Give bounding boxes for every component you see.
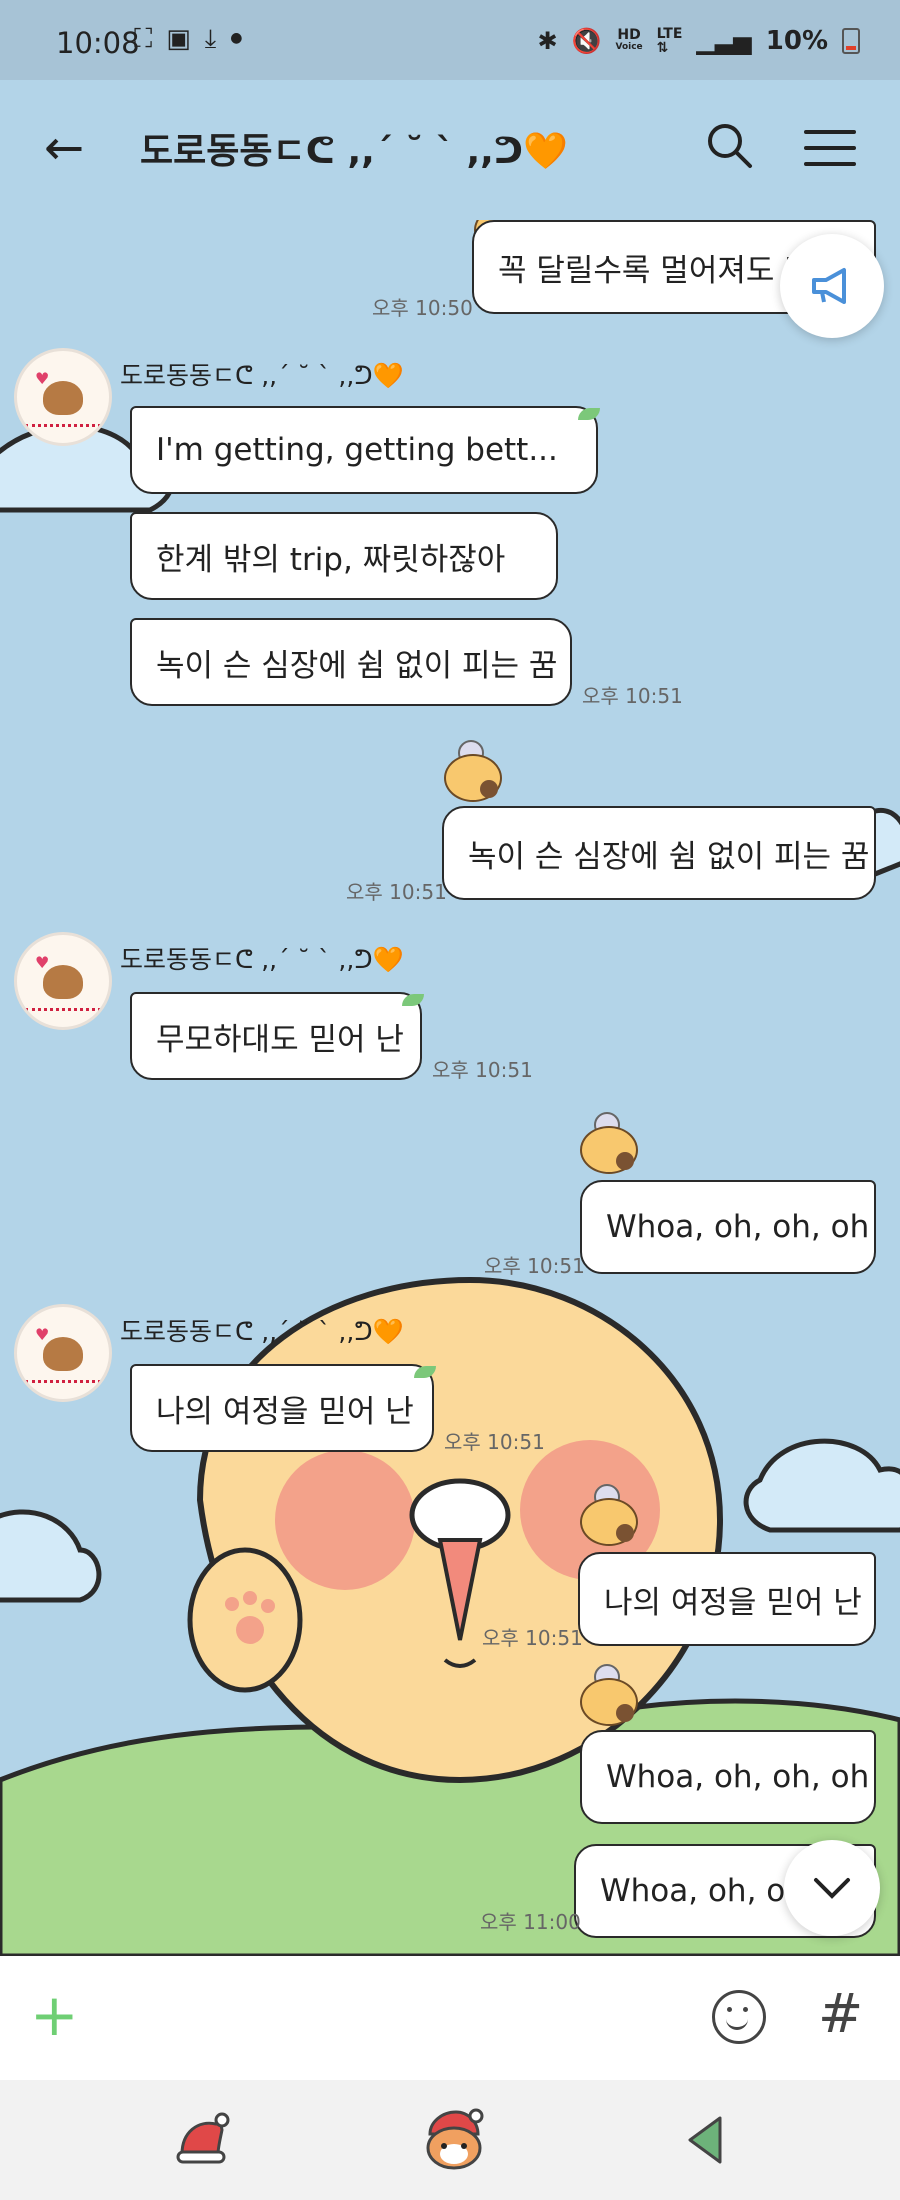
fox-santa-icon[interactable] [422, 2106, 486, 2172]
sender-name: 도로동동ㄷᕦ ,,ˊ ˘ ˋ ,,ᕤ🧡 [120, 1317, 404, 1346]
signal-icon: ▁▃▅ [696, 27, 752, 55]
message-bubble[interactable]: Whoa, oh, oh, oh [580, 1730, 876, 1824]
message-input-bar: + # [0, 1956, 900, 2080]
screenshot-icon: ⛶ [134, 24, 153, 54]
message-bubble[interactable]: 녹이 슨 심장에 쉼 없이 피는 꿈 [130, 618, 572, 706]
avatar[interactable]: ♥ [14, 1304, 112, 1402]
avatar[interactable]: ♥ [14, 932, 112, 1030]
lte-icon: LTE ⇅ [656, 26, 683, 56]
message-bubble[interactable]: 녹이 슨 심장에 쉼 없이 피는 꿈 [442, 806, 876, 900]
message-input[interactable] [100, 1976, 680, 2060]
back-triangle-icon[interactable] [684, 2114, 728, 2166]
message-time: 오후 10:51 [444, 1430, 545, 1454]
scroll-down-button[interactable] [784, 1840, 880, 1936]
chat-area[interactable]: 꼭 달릴수록 멀어져도 난 오후 10:50 ♥ 도로동동ㄷᕦ ,,ˊ ˘ ˋ … [0, 220, 900, 1956]
sender-name: 도로동동ㄷᕦ ,,ˊ ˘ ˋ ,,ᕤ🧡 [120, 945, 404, 974]
sender-sticker-icon [576, 1112, 638, 1174]
message-bubble[interactable]: 무모하대도 믿어 난 [130, 992, 422, 1080]
plus-icon[interactable]: + [30, 1986, 79, 2044]
status-time: 10:08 [56, 26, 140, 60]
chevron-down-icon [814, 1878, 850, 1899]
sender-name: 도로동동ㄷᕦ ,,ˊ ˘ ˋ ,,ᕤ🧡 [120, 361, 404, 390]
bluetooth-icon: ✱ [537, 27, 558, 55]
mute-icon: 🔇 [571, 27, 602, 55]
santa-hat-icon[interactable] [172, 2110, 232, 2170]
dot-icon: ● [230, 30, 243, 46]
message-time: 오후 10:50 [372, 296, 473, 320]
hashtag-icon[interactable]: # [818, 1982, 863, 2045]
hd-voice-icon: HD Voice [615, 27, 643, 52]
message-bubble[interactable]: 나의 여정을 믿어 난 [130, 1364, 434, 1452]
system-nav-bar [0, 2080, 900, 2200]
message-bubble[interactable]: 한계 밖의 trip, 짜릿하잖아 [130, 512, 558, 600]
megaphone-icon [812, 268, 846, 304]
message-time: 오후 10:51 [582, 684, 683, 708]
chat-header: ← 도로동동ㄷᕦ ,,ˊ ˘ ˋ ,,ᕤ🧡 [0, 80, 900, 220]
sender-sticker-icon [576, 1664, 638, 1726]
message-time: 오후 10:51 [482, 1626, 583, 1650]
status-bar: 10:08 ⛶ ▣ ⤓ ● ✱ 🔇 HD Voice LTE ⇅ ▁▃▅ 10% [0, 0, 900, 80]
download-icon: ⤓ [204, 24, 217, 54]
message-time: 오후 10:51 [432, 1058, 533, 1082]
message-time: 오후 11:00 [480, 1910, 581, 1934]
image-icon: ▣ [166, 24, 191, 54]
battery-text: 10% [765, 26, 828, 56]
menu-icon[interactable] [804, 130, 856, 178]
message-bubble[interactable]: 나의 여정을 믿어 난 [578, 1552, 876, 1646]
message-bubble[interactable]: Whoa, oh, oh, oh [580, 1180, 876, 1274]
emoji-icon[interactable] [712, 1990, 766, 2044]
back-arrow-icon[interactable]: ← [44, 120, 84, 176]
announcement-button[interactable] [780, 234, 884, 338]
message-time: 오후 10:51 [484, 1254, 585, 1278]
sender-sticker-icon [440, 740, 502, 802]
search-icon[interactable] [704, 120, 756, 172]
avatar[interactable]: ♥ [14, 348, 112, 446]
chat-title: 도로동동ㄷᕦ ,,ˊ ˘ ˋ ,,ᕤ🧡 [140, 131, 568, 172]
message-bubble[interactable]: I'm getting, getting bett... [130, 406, 598, 494]
message-time: 오후 10:51 [346, 880, 447, 904]
battery-icon [842, 28, 860, 54]
sender-sticker-icon [576, 1484, 638, 1546]
